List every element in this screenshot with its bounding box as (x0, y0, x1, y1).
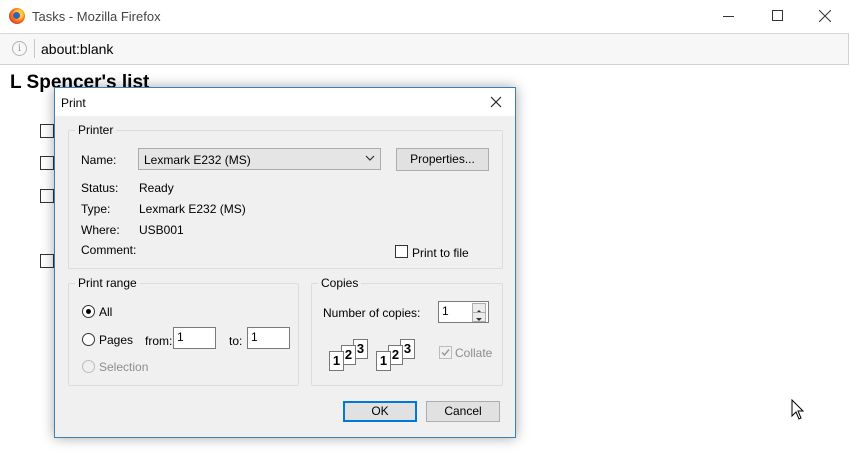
page-sheet-1: 1 (376, 351, 391, 371)
task-checkbox[interactable] (40, 254, 54, 268)
task-checkbox[interactable] (40, 189, 54, 203)
collate-pages-icon: 3 2 1 (329, 339, 375, 377)
to-value: 1 (251, 330, 258, 344)
minimize-button[interactable] (706, 4, 752, 28)
window-title: Tasks - Mozilla Firefox (32, 9, 161, 24)
collate-pages-icon: 3 2 1 (376, 339, 422, 377)
name-label: Name: (81, 153, 117, 167)
number-of-copies-label: Number of copies: (323, 306, 421, 320)
close-icon (490, 96, 502, 108)
status-value: Ready (139, 181, 174, 195)
collate-checkbox[interactable] (439, 346, 452, 359)
copies-group: Copies Number of copies: 1 3 2 1 3 2 1 C… (311, 276, 503, 386)
print-range-group: Print range All Pages from: 1 to: 1 Sele… (68, 276, 299, 386)
copies-spinner[interactable] (472, 303, 486, 322)
printer-name-value: Lexmark E232 (MS) (144, 153, 251, 167)
collate-label[interactable]: Collate (455, 346, 492, 360)
where-label: Where: (81, 223, 120, 237)
maximize-icon (772, 10, 783, 21)
copies-value: 1 (442, 304, 449, 318)
info-icon[interactable]: i (12, 41, 27, 56)
url-separator (34, 39, 35, 58)
address-bar[interactable]: i about:blank (0, 33, 849, 65)
print-to-file-checkbox[interactable] (395, 245, 408, 258)
comment-label: Comment: (81, 243, 137, 257)
window-titlebar: Tasks - Mozilla Firefox (0, 0, 850, 33)
from-label: from: (145, 334, 173, 348)
range-pages-radio[interactable] (82, 333, 95, 346)
from-value: 1 (177, 330, 184, 344)
dialog-title: Print (61, 96, 86, 110)
type-value: Lexmark E232 (MS) (139, 202, 246, 216)
task-checkbox[interactable] (40, 124, 54, 138)
close-icon (819, 10, 831, 22)
dialog-close-button[interactable] (488, 94, 504, 110)
task-checkbox[interactable] (40, 156, 54, 170)
range-all-label[interactable]: All (99, 305, 112, 319)
firefox-logo-icon (9, 8, 25, 24)
print-range-group-label: Print range (75, 276, 140, 290)
printer-group: Printer Name: Lexmark E232 (MS) Properti… (68, 123, 503, 269)
printer-name-select[interactable]: Lexmark E232 (MS) (138, 148, 381, 170)
mouse-cursor-icon (791, 399, 805, 420)
url-text[interactable]: about:blank (41, 41, 113, 57)
range-pages-label[interactable]: Pages (99, 333, 133, 347)
range-selection-label[interactable]: Selection (99, 360, 148, 374)
range-all-radio[interactable] (82, 305, 95, 318)
page-sheet-1: 1 (329, 351, 344, 371)
ok-button[interactable]: OK (343, 401, 417, 422)
to-input[interactable]: 1 (247, 327, 290, 349)
status-label: Status: (81, 181, 119, 195)
chevron-down-icon (365, 155, 375, 161)
printer-group-label: Printer (75, 123, 117, 137)
close-window-button[interactable] (802, 4, 848, 28)
maximize-button[interactable] (754, 4, 800, 28)
to-label: to: (229, 334, 243, 348)
where-value: USB001 (139, 223, 184, 237)
dialog-titlebar: Print (55, 88, 515, 116)
check-icon (441, 349, 450, 357)
range-selection-radio[interactable] (82, 360, 95, 373)
print-to-file-label[interactable]: Print to file (412, 246, 469, 260)
minimize-icon (723, 16, 734, 17)
spin-down-icon[interactable] (472, 312, 486, 322)
from-input[interactable]: 1 (173, 327, 216, 349)
type-label: Type: (81, 202, 111, 216)
copies-group-label: Copies (318, 276, 362, 290)
print-dialog: Print Printer Name: Lexmark E232 (MS) Pr… (54, 87, 516, 438)
properties-button[interactable]: Properties... (396, 148, 489, 171)
cancel-button[interactable]: Cancel (426, 401, 500, 422)
